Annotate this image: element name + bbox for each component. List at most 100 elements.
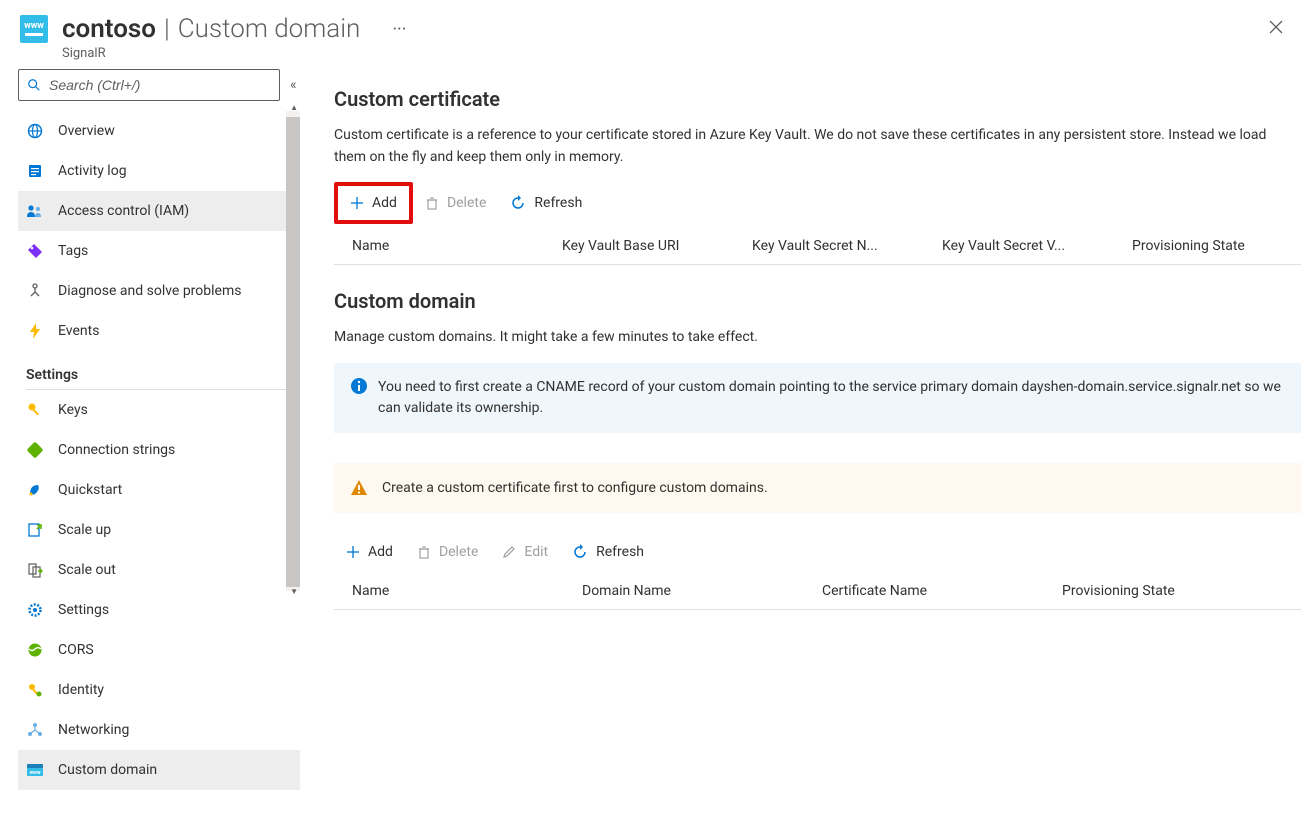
edit-label: Edit <box>524 544 548 560</box>
plus-icon <box>346 545 360 559</box>
sidebar-item-scale-up[interactable]: Scale up <box>18 510 300 550</box>
domain-columns: Name Domain Name Certificate Name Provis… <box>334 575 1301 610</box>
scroll-arrow-down[interactable]: ▼ <box>290 587 298 596</box>
delete-label: Delete <box>439 544 478 560</box>
domain-refresh-button[interactable]: Refresh <box>560 535 656 569</box>
blade-header: www contoso | Custom domain ··· SignalR <box>0 0 1311 65</box>
warning-banner: Create a custom certificate first to con… <box>334 463 1301 513</box>
warning-text: Create a custom certificate first to con… <box>382 480 768 496</box>
collapse-sidebar-icon[interactable]: « <box>290 77 297 93</box>
search-icon <box>27 78 41 92</box>
sidebar-item-label: Identity <box>58 682 104 698</box>
sidebar-item-diagnose[interactable]: Diagnose and solve problems <box>18 271 300 311</box>
sidebar-item-settings[interactable]: Settings <box>18 590 300 630</box>
certificate-add-button[interactable]: Add <box>338 186 409 220</box>
refresh-label: Refresh <box>596 544 644 560</box>
svg-text:www: www <box>29 770 40 776</box>
col-kv-secret-name[interactable]: Key Vault Secret N... <box>734 238 924 254</box>
main-content: Custom certificate Custom certificate is… <box>300 65 1311 805</box>
sidebar-item-quickstart[interactable]: Quickstart <box>18 470 300 510</box>
col-certificate-name[interactable]: Certificate Name <box>804 583 1044 599</box>
sidebar-group-settings: Settings <box>26 367 300 383</box>
refresh-label: Refresh <box>534 195 582 211</box>
plus-icon <box>350 196 364 210</box>
trash-icon <box>417 545 431 559</box>
activity-log-icon <box>26 162 44 180</box>
pencil-icon <box>502 545 516 559</box>
col-name[interactable]: Name <box>334 238 544 254</box>
certificate-delete-button: Delete <box>413 186 498 220</box>
resource-icon: www <box>20 15 48 43</box>
page-title: contoso | Custom domain ··· <box>62 14 406 44</box>
sidebar-item-tags[interactable]: Tags <box>18 231 300 271</box>
col-kv-secret-version[interactable]: Key Vault Secret V... <box>924 238 1114 254</box>
sidebar-item-custom-domain[interactable]: www Custom domain <box>18 750 300 790</box>
cors-icon <box>26 641 44 659</box>
sidebar-item-label: Diagnose and solve problems <box>58 283 241 299</box>
refresh-icon <box>510 195 526 211</box>
certificate-refresh-button[interactable]: Refresh <box>498 186 594 220</box>
custom-certificate-desc: Custom certificate is a reference to you… <box>334 125 1294 168</box>
connection-strings-icon <box>26 441 44 459</box>
page-name: Custom domain <box>178 14 361 44</box>
custom-domain-desc: Manage custom domains. It might take a f… <box>334 327 1294 349</box>
sidebar-item-label: Tags <box>58 243 88 259</box>
sidebar-item-label: Networking <box>58 722 129 738</box>
sidebar-item-label: Quickstart <box>58 482 122 498</box>
sidebar-item-connection-strings[interactable]: Connection strings <box>18 430 300 470</box>
events-icon <box>26 322 44 340</box>
custom-certificate-title: Custom certificate <box>334 87 1301 111</box>
search-input-wrap[interactable] <box>18 69 280 101</box>
refresh-icon <box>572 544 588 560</box>
identity-icon <box>26 681 44 699</box>
sidebar-item-keys[interactable]: Keys <box>18 390 300 430</box>
sidebar-item-access-control[interactable]: Access control (IAM) <box>18 191 300 231</box>
sidebar-item-overview[interactable]: Overview <box>18 111 300 151</box>
sidebar-item-label: Activity log <box>58 163 127 179</box>
domain-edit-button: Edit <box>490 535 560 569</box>
sidebar-item-label: Overview <box>58 123 115 139</box>
sidebar: « ▲ ▼ Overview Activity log Access contr… <box>0 65 300 805</box>
close-button[interactable] <box>1269 20 1283 34</box>
resource-type: SignalR <box>62 46 1291 61</box>
sidebar-item-activity-log[interactable]: Activity log <box>18 151 300 191</box>
resource-name: contoso <box>62 14 156 44</box>
sidebar-item-label: Scale out <box>58 562 116 578</box>
sidebar-item-events[interactable]: Events <box>18 311 300 351</box>
delete-label: Delete <box>447 195 486 211</box>
add-label: Add <box>368 544 393 560</box>
sidebar-item-label: Settings <box>58 602 109 618</box>
col-provisioning-state[interactable]: Provisioning State <box>1114 238 1301 254</box>
scrollbar-thumb[interactable] <box>286 117 300 587</box>
certificate-columns: Name Key Vault Base URI Key Vault Secret… <box>334 230 1301 265</box>
domain-delete-button: Delete <box>405 535 490 569</box>
quickstart-icon <box>26 481 44 499</box>
sidebar-item-label: CORS <box>58 642 94 658</box>
search-input[interactable] <box>47 76 271 94</box>
sidebar-item-scale-out[interactable]: Scale out <box>18 550 300 590</box>
info-text: You need to first create a CNAME record … <box>378 377 1285 419</box>
sidebar-item-identity[interactable]: Identity <box>18 670 300 710</box>
networking-icon <box>26 721 44 739</box>
scale-up-icon <box>26 521 44 539</box>
domain-toolbar: Add Delete Edit Refresh <box>334 535 1301 569</box>
info-banner: You need to first create a CNAME record … <box>334 363 1301 433</box>
col-kv-base-uri[interactable]: Key Vault Base URI <box>544 238 734 254</box>
sidebar-item-networking[interactable]: Networking <box>18 710 300 750</box>
col-name[interactable]: Name <box>334 583 564 599</box>
domain-add-button[interactable]: Add <box>334 535 405 569</box>
scale-out-icon <box>26 561 44 579</box>
custom-domain-icon: www <box>26 761 44 779</box>
warning-icon <box>350 479 368 497</box>
col-domain-name[interactable]: Domain Name <box>564 583 804 599</box>
col-provisioning-state[interactable]: Provisioning State <box>1044 583 1301 599</box>
sidebar-item-cors[interactable]: CORS <box>18 630 300 670</box>
add-button-highlight: Add <box>334 182 413 224</box>
gear-icon <box>26 601 44 619</box>
keys-icon <box>26 401 44 419</box>
more-actions-icon[interactable]: ··· <box>392 19 406 40</box>
sidebar-item-label: Events <box>58 323 99 339</box>
certificate-toolbar: Add Delete Refresh <box>334 182 1301 224</box>
sidebar-item-label: Custom domain <box>58 762 157 778</box>
sidebar-item-label: Scale up <box>58 522 111 538</box>
